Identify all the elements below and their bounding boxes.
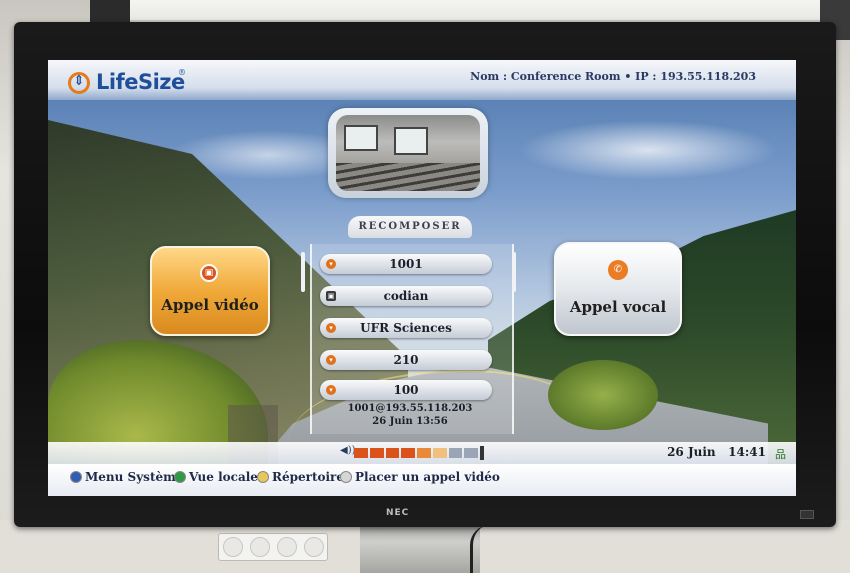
last-call-address: 1001@193.55.118.203 [347, 403, 473, 414]
window-frame [100, 0, 850, 20]
volume-segment [385, 448, 400, 458]
volume-meter[interactable] [354, 446, 485, 460]
last-call-info: 1001@193.55.118.203 26 Juin 13:56 [310, 402, 510, 428]
date-time: 26 Juin 14:41 [667, 445, 766, 459]
camera-preview[interactable] [328, 108, 488, 198]
preview-window [344, 125, 378, 151]
video-icon: ▣ [326, 291, 336, 301]
redial-item[interactable]: ▣ codian [320, 286, 492, 306]
green-button-icon [174, 471, 186, 483]
preview-window [394, 127, 428, 155]
yellow-button-icon [257, 471, 269, 483]
volume-segment [432, 448, 447, 458]
screen: LifeSize ® Nom : Conference Room • IP : … [48, 60, 796, 496]
phone-icon: ▾ [326, 355, 336, 365]
bush-right [548, 360, 658, 430]
monitor-stand [360, 520, 480, 573]
volume-segment [354, 448, 368, 458]
power-led [800, 510, 814, 519]
device-info: Nom : Conference Room • IP : 193.55.118.… [470, 70, 756, 83]
monitor-brand: NEC [386, 508, 410, 518]
menu-label: Menu Système [85, 470, 184, 484]
menu-system-button[interactable]: Menu Système [70, 470, 183, 484]
menu-label: Placer un appel vidéo [355, 470, 500, 484]
redial-item[interactable]: ▾ UFR Sciences [320, 318, 492, 338]
redial-item-label: 210 [393, 353, 419, 367]
blue-button-icon [70, 471, 82, 483]
outlet [276, 537, 297, 557]
top-banner: LifeSize ® Nom : Conference Room • IP : … [48, 60, 796, 100]
volume-segment [417, 448, 431, 458]
volume-segment [401, 448, 416, 458]
cloud [518, 120, 778, 180]
recompose-title: RECOMPOSER [348, 216, 472, 238]
power-outlet-strip [218, 533, 328, 561]
redial-item[interactable]: ▾ 210 [320, 350, 492, 370]
redial-item-label: 1001 [389, 257, 423, 271]
phone-icon: ▾ [326, 323, 336, 333]
outlet [222, 537, 243, 557]
last-call-time: 26 Juin 13:56 [372, 416, 448, 427]
voice-call-button[interactable]: ✆ Appel vocal [554, 242, 682, 336]
volume-segment [448, 448, 463, 458]
voice-call-label: Appel vocal [569, 298, 667, 316]
volume-segment [464, 448, 479, 458]
video-call-button[interactable]: ▣ Appel vidéo [150, 246, 270, 336]
phone-icon: ▾ [326, 385, 336, 395]
network-icon: 品 [775, 448, 786, 461]
redial-item-label: UFR Sciences [360, 321, 452, 335]
menu-label: Répertoire [272, 470, 345, 484]
phone-icon: ✆ [608, 260, 628, 280]
volume-segment [480, 446, 485, 460]
preview-desks [336, 163, 480, 191]
call-button-icon [340, 471, 352, 483]
outlet [249, 537, 270, 557]
redial-item[interactable]: ▾ 1001 [320, 254, 492, 274]
directory-button[interactable]: Répertoire [257, 470, 344, 484]
redial-item-label: 100 [393, 383, 419, 397]
local-view-button[interactable]: Vue locale [174, 470, 258, 484]
video-call-icon: ▣ [200, 264, 218, 282]
logo-text: LifeSize [96, 70, 185, 94]
redial-item[interactable]: ▾ 100 [320, 380, 492, 400]
video-call-label: Appel vidéo [161, 296, 259, 314]
list-scroll-right [512, 252, 516, 292]
list-scroll-left [301, 252, 305, 292]
place-video-call-button[interactable]: Placer un appel vidéo [340, 470, 500, 484]
status-date: 26 Juin [667, 445, 716, 459]
registered-mark: ® [178, 68, 186, 77]
status-time: 14:41 [728, 445, 766, 459]
redial-item-label: codian [383, 289, 429, 303]
cable [470, 525, 513, 573]
preview-image [336, 115, 480, 191]
volume-segment [369, 448, 384, 458]
phone-icon: ▾ [326, 259, 336, 269]
menu-label: Vue locale [189, 470, 258, 484]
lifesize-logo-icon [68, 72, 90, 94]
outlet [303, 537, 324, 557]
